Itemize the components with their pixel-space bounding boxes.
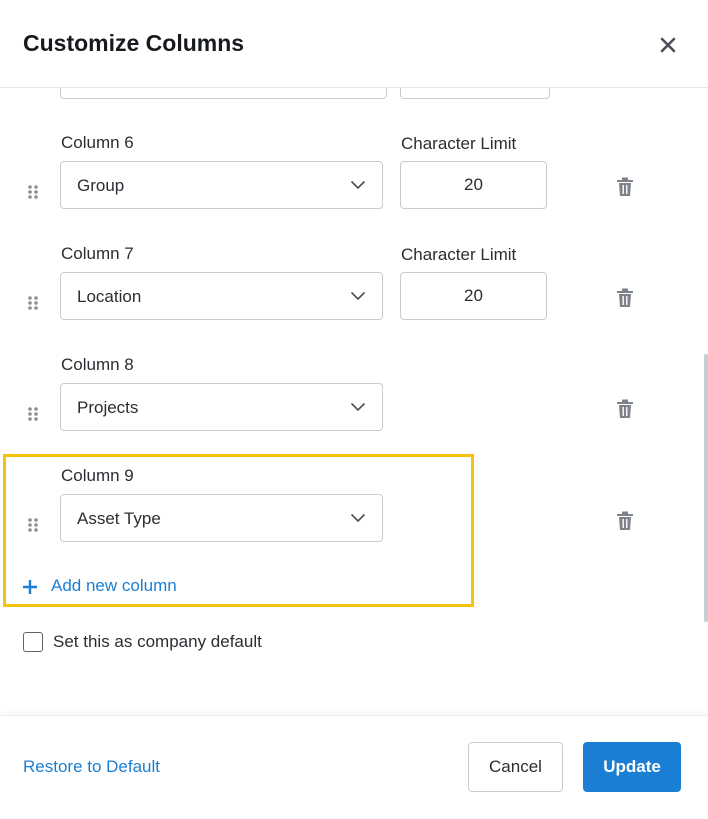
close-icon[interactable]: [656, 33, 680, 57]
company-default-label: Set this as company default: [53, 632, 262, 651]
trash-icon[interactable]: [616, 177, 634, 197]
update-button[interactable]: Update: [583, 742, 681, 792]
column-label: Column 8: [61, 355, 134, 374]
drag-handle-icon[interactable]: [27, 295, 39, 311]
dialog-header: Customize Columns: [0, 0, 708, 88]
column-label: Column 9: [61, 466, 134, 485]
character-limit-input[interactable]: 20: [400, 161, 547, 209]
chevron-down-icon: [350, 291, 366, 301]
character-limit-partial[interactable]: [400, 88, 550, 99]
column-select-partial[interactable]: [60, 88, 387, 99]
column-select-value: Asset Type: [77, 509, 161, 528]
drag-handle-icon[interactable]: [27, 184, 39, 200]
trash-icon[interactable]: [616, 399, 634, 419]
trash-icon[interactable]: [616, 288, 634, 308]
dialog-body: Column 6 Character Limit Group 20 Column…: [0, 88, 708, 715]
chevron-down-icon: [350, 513, 366, 523]
scrollbar-thumb[interactable]: [704, 354, 708, 622]
column-label: Column 6: [61, 133, 134, 152]
character-limit-label: Character Limit: [401, 245, 517, 264]
plus-icon: [23, 580, 37, 594]
chevron-down-icon: [350, 180, 366, 190]
restore-default-link[interactable]: Restore to Default: [23, 757, 160, 777]
drag-handle-icon[interactable]: [27, 406, 39, 422]
chevron-down-icon: [350, 402, 366, 412]
add-new-column-label: Add new column: [51, 576, 177, 595]
company-default-checkbox[interactable]: [23, 632, 43, 652]
cancel-button[interactable]: Cancel: [468, 742, 563, 792]
dialog-footer: Restore to Default Cancel Update: [0, 715, 708, 819]
drag-handle-icon[interactable]: [27, 517, 39, 533]
column-select-value: Projects: [77, 398, 139, 417]
column-select[interactable]: Group: [60, 161, 383, 209]
column-select-value: Location: [77, 287, 142, 306]
column-select[interactable]: Projects: [60, 383, 383, 431]
column-select[interactable]: Location: [60, 272, 383, 320]
character-limit-label: Character Limit: [401, 134, 517, 153]
trash-icon[interactable]: [616, 511, 634, 531]
column-label: Column 7: [61, 244, 134, 263]
column-select[interactable]: Asset Type: [60, 494, 383, 542]
dialog-title: Customize Columns: [23, 30, 245, 56]
column-select-value: Group: [77, 176, 125, 195]
character-limit-input[interactable]: 20: [400, 272, 547, 320]
